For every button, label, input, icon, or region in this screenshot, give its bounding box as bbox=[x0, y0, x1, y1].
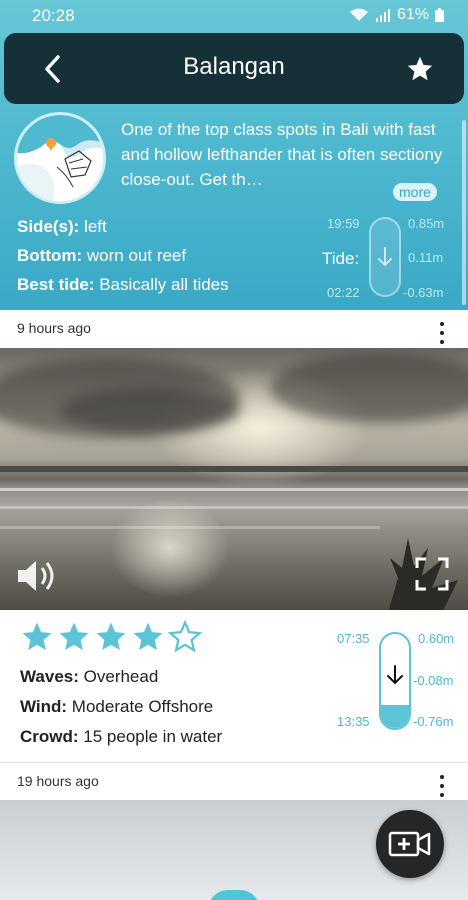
tide-time-low: 02:22 bbox=[327, 285, 360, 300]
post-menu-button[interactable] bbox=[438, 775, 446, 797]
fact-sides-value: left bbox=[84, 217, 107, 236]
tide-current-value: 0.11m bbox=[408, 250, 444, 265]
report-crowd-value: 15 people in water bbox=[83, 727, 223, 746]
battery-percent: 61% bbox=[396, 6, 429, 23]
status-indicators: 61% bbox=[349, 6, 444, 24]
report-crowd: Crowd: 15 people in water bbox=[20, 726, 222, 756]
post-tide-high-value: 0.60m bbox=[418, 631, 455, 646]
divider bbox=[0, 762, 468, 763]
post-photo[interactable] bbox=[0, 348, 468, 610]
spot-hero: 20:28 61% Balangan One of the top class … bbox=[0, 0, 468, 310]
fact-sides-label: Side(s): bbox=[17, 217, 80, 236]
page-title: Balangan bbox=[183, 53, 285, 80]
favorite-button[interactable] bbox=[402, 51, 438, 87]
arrow-down-icon bbox=[387, 665, 403, 685]
fullscreen-icon bbox=[415, 557, 449, 591]
arrow-down-icon bbox=[378, 247, 392, 267]
horizon bbox=[0, 466, 468, 472]
cloud bbox=[60, 388, 240, 433]
post-menu-button[interactable] bbox=[438, 322, 446, 344]
fact-bottom-label: Bottom: bbox=[17, 246, 83, 265]
tide-level-fill bbox=[381, 704, 409, 728]
report-wind-label: Wind: bbox=[20, 697, 68, 716]
more-link[interactable]: more bbox=[393, 183, 437, 201]
add-video-button[interactable] bbox=[376, 810, 444, 878]
tree-silhouette bbox=[388, 538, 458, 610]
fullscreen-button[interactable] bbox=[414, 556, 450, 592]
fact-bottom: Bottom: worn out reef bbox=[17, 244, 229, 273]
spot-facts: Side(s): left Bottom: worn out reef Best… bbox=[17, 215, 229, 302]
spot-description: One of the top class spots in Bali with … bbox=[121, 120, 443, 189]
fact-best-tide: Best tide: Basically all tides bbox=[17, 273, 229, 302]
battery-icon bbox=[435, 8, 444, 22]
kebab-dot bbox=[440, 340, 444, 344]
tide-low-value: -0.63m bbox=[403, 285, 444, 300]
status-time: 20:28 bbox=[32, 6, 75, 25]
post-tide-time-low: 13:35 bbox=[337, 714, 370, 729]
star-filled-icon bbox=[133, 622, 163, 651]
star-filled-icon bbox=[59, 622, 89, 651]
post-time: 9 hours ago bbox=[17, 320, 91, 336]
tide-time-high: 19:59 bbox=[327, 216, 360, 231]
spot-map-thumbnail[interactable] bbox=[14, 112, 106, 204]
post-tide-indicator[interactable] bbox=[379, 632, 411, 730]
wave-line bbox=[0, 488, 468, 491]
wave-line bbox=[0, 506, 468, 509]
star-outline-icon bbox=[168, 620, 202, 653]
post-time: 19 hours ago bbox=[17, 773, 99, 789]
more-vertical-icon bbox=[440, 775, 444, 779]
top-app-bar: Balangan bbox=[4, 33, 464, 104]
report-waves-label: Waves: bbox=[20, 667, 79, 686]
report-waves: Waves: Overhead bbox=[20, 666, 222, 696]
fact-best-tide-label: Best tide: bbox=[17, 275, 95, 294]
volume-icon bbox=[18, 561, 54, 591]
post-tide-low-value: -0.76m bbox=[413, 714, 454, 729]
signal-icon bbox=[375, 9, 390, 22]
fact-bottom-value: worn out reef bbox=[86, 246, 187, 265]
status-bar: 20:28 61% bbox=[0, 0, 468, 32]
kebab-dot bbox=[440, 784, 444, 788]
more-vertical-icon bbox=[440, 322, 444, 326]
report-wind: Wind: Moderate Offshore bbox=[20, 696, 222, 726]
kebab-dot bbox=[440, 793, 444, 797]
post-tide-time-high: 07:35 bbox=[337, 631, 370, 646]
tide-indicator[interactable] bbox=[369, 217, 401, 297]
fact-sides: Side(s): left bbox=[17, 215, 229, 244]
kebab-dot bbox=[440, 331, 444, 335]
report-waves-value: Overhead bbox=[83, 667, 159, 686]
tide-label: Tide: bbox=[322, 249, 360, 268]
report-crowd-label: Crowd: bbox=[20, 727, 79, 746]
star-filled-icon bbox=[96, 622, 126, 651]
tide-high-value: 0.85m bbox=[408, 216, 445, 231]
sound-button[interactable] bbox=[14, 556, 58, 596]
surf-report: Waves: Overhead Wind: Moderate Offshore … bbox=[20, 666, 222, 756]
map-illustration-icon bbox=[17, 115, 103, 201]
star-filled-icon bbox=[22, 622, 52, 651]
star-icon bbox=[407, 56, 433, 81]
add-video-icon bbox=[388, 831, 431, 857]
wifi-icon bbox=[349, 8, 368, 21]
report-wind-value: Moderate Offshore bbox=[71, 697, 214, 716]
scrollbar bbox=[462, 120, 466, 305]
fact-best-tide-value: Basically all tides bbox=[99, 275, 229, 294]
rating-stars bbox=[20, 620, 202, 654]
water-shine bbox=[110, 498, 230, 598]
post-tide-current-value: -0.08m bbox=[413, 673, 454, 688]
